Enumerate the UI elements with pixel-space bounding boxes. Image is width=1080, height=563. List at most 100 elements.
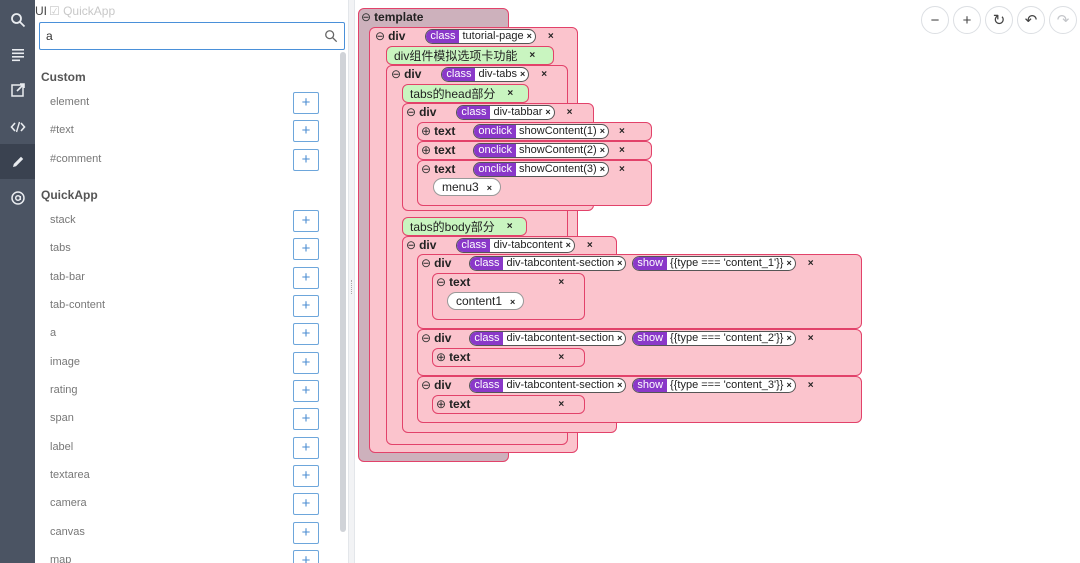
add-button[interactable]: +: [293, 522, 319, 544]
add-button[interactable]: +: [293, 149, 319, 171]
collapse-icon[interactable]: ⊖: [421, 331, 431, 345]
palette-item[interactable]: image +: [35, 352, 335, 374]
close-icon[interactable]: ×: [558, 399, 564, 410]
collapse-icon[interactable]: ⊖: [361, 10, 371, 24]
attr-chip[interactable]: onclick showContent(2) ×: [473, 142, 609, 158]
collapse-icon[interactable]: ⊖: [421, 256, 431, 270]
expand-icon[interactable]: ⊕: [436, 350, 446, 364]
attr-chip[interactable]: class div-tabcontent ×: [456, 237, 575, 253]
close-icon[interactable]: ×: [558, 277, 564, 288]
palette-item[interactable]: a +: [35, 323, 335, 345]
palette-item[interactable]: #comment +: [35, 149, 335, 171]
close-icon[interactable]: ×: [808, 333, 814, 344]
expand-icon[interactable]: ⊕: [421, 124, 431, 138]
expand-icon[interactable]: ⊕: [421, 143, 431, 157]
palette-item[interactable]: camera +: [35, 493, 335, 515]
open-external-icon[interactable]: [0, 72, 35, 107]
attr-chip[interactable]: show {{type === 'content_2'}} ×: [632, 330, 796, 346]
splitter-grip[interactable]: [351, 280, 353, 294]
collapse-icon[interactable]: ⊖: [375, 29, 385, 43]
add-button[interactable]: +: [293, 267, 319, 289]
close-icon[interactable]: ×: [600, 145, 608, 155]
add-button[interactable]: +: [293, 380, 319, 402]
attr-chip[interactable]: class div-tabcontent-section ×: [469, 330, 627, 346]
palette-item[interactable]: tabs +: [35, 238, 335, 260]
add-button[interactable]: +: [293, 323, 319, 345]
list-icon[interactable]: [0, 37, 35, 72]
close-icon[interactable]: ×: [587, 240, 593, 251]
add-button[interactable]: +: [293, 295, 319, 317]
reset-view-button[interactable]: ↻: [985, 6, 1013, 34]
close-icon[interactable]: ×: [529, 50, 535, 61]
palette-item[interactable]: stack +: [35, 210, 335, 232]
search-icon[interactable]: [324, 29, 338, 43]
close-icon[interactable]: ×: [600, 126, 608, 136]
palette-item[interactable]: rating +: [35, 380, 335, 402]
palette-item[interactable]: canvas +: [35, 522, 335, 544]
palette-item[interactable]: map +: [35, 550, 335, 563]
collapse-icon[interactable]: ⊖: [406, 238, 416, 252]
add-button[interactable]: +: [293, 352, 319, 374]
collapse-icon[interactable]: ⊖: [406, 105, 416, 119]
close-icon[interactable]: ×: [617, 380, 625, 390]
close-icon[interactable]: ×: [566, 240, 574, 250]
collapse-icon[interactable]: ⊖: [421, 378, 431, 392]
search-icon[interactable]: [0, 2, 35, 37]
collapse-icon[interactable]: ⊖: [391, 67, 401, 81]
close-icon[interactable]: ×: [527, 31, 535, 41]
add-button[interactable]: +: [293, 92, 319, 114]
close-icon[interactable]: ×: [619, 164, 625, 175]
palette-item[interactable]: textarea +: [35, 465, 335, 487]
collapse-icon[interactable]: ⊖: [421, 162, 431, 176]
close-icon[interactable]: ×: [808, 380, 814, 391]
attr-chip[interactable]: onclick showContent(3) ×: [473, 161, 609, 177]
close-icon[interactable]: ×: [619, 145, 625, 156]
attr-chip[interactable]: show {{type === 'content_3'}} ×: [632, 377, 796, 393]
attr-chip[interactable]: class tutorial-page ×: [425, 28, 536, 44]
attr-chip[interactable]: class div-tabs ×: [441, 66, 530, 82]
close-icon[interactable]: ×: [567, 107, 573, 118]
close-icon[interactable]: ×: [619, 126, 625, 137]
palette-item[interactable]: #text +: [35, 120, 335, 142]
close-icon[interactable]: ×: [808, 258, 814, 269]
palette-item[interactable]: label +: [35, 437, 335, 459]
at-sign-icon[interactable]: [0, 180, 35, 215]
add-button[interactable]: +: [293, 238, 319, 260]
collapse-icon[interactable]: ⊖: [436, 275, 446, 289]
add-button[interactable]: +: [293, 120, 319, 142]
zoom-in-button[interactable]: +: [953, 6, 981, 34]
close-icon[interactable]: ×: [487, 183, 492, 193]
expand-icon[interactable]: ⊕: [436, 397, 446, 411]
zoom-out-button[interactable]: −: [921, 6, 949, 34]
close-icon[interactable]: ×: [786, 258, 794, 268]
text-value-field[interactable]: content1 ×: [447, 292, 525, 310]
search-input[interactable]: [46, 28, 316, 44]
close-icon[interactable]: ×: [541, 69, 547, 80]
close-icon[interactable]: ×: [548, 31, 554, 42]
code-icon[interactable]: [0, 109, 35, 144]
close-icon[interactable]: ×: [600, 164, 608, 174]
palette-item[interactable]: element +: [35, 92, 335, 114]
attr-chip[interactable]: onclick showContent(1) ×: [473, 123, 609, 139]
close-icon[interactable]: ×: [617, 258, 625, 268]
close-icon[interactable]: ×: [558, 352, 564, 363]
add-button[interactable]: +: [293, 550, 319, 563]
palette-item[interactable]: tab-bar +: [35, 267, 335, 289]
attr-chip[interactable]: class div-tabbar ×: [456, 104, 555, 120]
close-icon[interactable]: ×: [786, 380, 794, 390]
undo-button[interactable]: ↶: [1017, 6, 1045, 34]
quickapp-checkbox[interactable]: ☑ QuickApp: [49, 4, 115, 18]
close-icon[interactable]: ×: [545, 107, 553, 117]
redo-button[interactable]: ↷: [1049, 6, 1077, 34]
close-icon[interactable]: ×: [520, 69, 528, 79]
attr-chip[interactable]: class div-tabcontent-section ×: [469, 377, 627, 393]
attr-chip[interactable]: class div-tabcontent-section ×: [469, 255, 627, 271]
text-value-field[interactable]: menu3 ×: [433, 178, 501, 196]
close-icon[interactable]: ×: [507, 88, 513, 99]
close-icon[interactable]: ×: [507, 221, 513, 232]
palette-scrollbar[interactable]: [340, 52, 346, 532]
close-icon[interactable]: ×: [786, 333, 794, 343]
palette-item[interactable]: tab-content +: [35, 295, 335, 317]
palette-item[interactable]: span +: [35, 408, 335, 430]
add-button[interactable]: +: [293, 210, 319, 232]
